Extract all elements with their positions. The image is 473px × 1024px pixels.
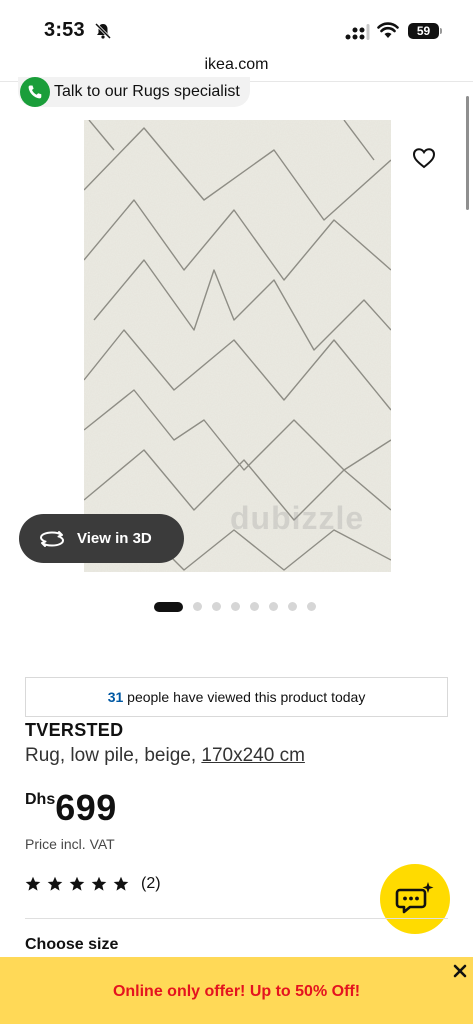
watermark-text: dubizzle bbox=[230, 500, 365, 536]
status-time: 3:53 bbox=[44, 19, 85, 41]
star-icon bbox=[113, 876, 129, 891]
carousel-dot[interactable] bbox=[288, 602, 297, 611]
talk-to-specialist-label: Talk to our Rugs specialist bbox=[54, 83, 240, 100]
product-name: TVERSTED bbox=[25, 720, 124, 740]
offer-banner[interactable]: Online only offer! Up to 50% Off! bbox=[0, 957, 473, 1024]
carousel-dots bbox=[154, 601, 326, 612]
view-in-3d-label: View in 3D bbox=[77, 530, 152, 547]
rating[interactable]: (2) bbox=[25, 875, 161, 893]
star-icon bbox=[69, 876, 85, 891]
price-currency: Dhs bbox=[25, 791, 56, 808]
viewed-count: 31 bbox=[107, 689, 124, 705]
phone-icon bbox=[20, 77, 50, 107]
star-icon bbox=[47, 876, 63, 891]
bell-slash-icon bbox=[94, 22, 112, 40]
product-size-link[interactable]: 170x240 cm bbox=[201, 745, 305, 766]
choose-size-heading[interactable]: Choose size bbox=[25, 936, 118, 954]
carousel-dot[interactable] bbox=[307, 602, 316, 611]
rotate-3d-icon bbox=[39, 530, 65, 547]
vat-note: Price incl. VAT bbox=[25, 836, 115, 852]
carousel-dot[interactable] bbox=[269, 602, 278, 611]
product-description-text: Rug, low pile, beige, bbox=[25, 745, 202, 766]
star-icon bbox=[91, 876, 107, 891]
offer-text: Online only offer! Up to 50% Off! bbox=[112, 983, 361, 1000]
close-offer-button[interactable] bbox=[451, 962, 469, 980]
carousel-dot[interactable] bbox=[231, 602, 240, 611]
battery-cap bbox=[440, 28, 442, 34]
section-divider bbox=[25, 918, 448, 919]
carousel-dot[interactable] bbox=[212, 602, 221, 611]
star-icon bbox=[25, 876, 41, 891]
carousel-dot-active[interactable] bbox=[154, 601, 183, 612]
viewed-text: people have viewed this product today bbox=[123, 689, 366, 705]
page-scrollbar[interactable] bbox=[466, 96, 469, 210]
viewed-notice: 31 people have viewed this product today bbox=[25, 677, 448, 717]
close-icon bbox=[453, 964, 467, 978]
chat-sparkle-icon bbox=[395, 882, 434, 914]
battery-icon: 59 bbox=[408, 23, 439, 39]
signal-icon bbox=[345, 24, 370, 40]
chat-assistant-button[interactable] bbox=[380, 864, 450, 934]
product-price: Dhs 699 bbox=[25, 787, 117, 829]
talk-to-specialist-button[interactable]: Talk to our Rugs specialist bbox=[18, 77, 250, 107]
review-count: (2) bbox=[141, 875, 161, 892]
carousel-dot[interactable] bbox=[193, 602, 202, 611]
status-bar: 3:53 59 bbox=[0, 0, 473, 54]
carousel-dot[interactable] bbox=[250, 602, 259, 611]
product-description: Rug, low pile, beige, 170x240 cm bbox=[25, 745, 305, 767]
heart-icon bbox=[412, 148, 436, 169]
price-amount: 699 bbox=[55, 787, 117, 828]
view-in-3d-button[interactable]: View in 3D bbox=[19, 514, 184, 563]
wifi-icon bbox=[377, 22, 399, 38]
favorite-button[interactable] bbox=[410, 144, 438, 172]
